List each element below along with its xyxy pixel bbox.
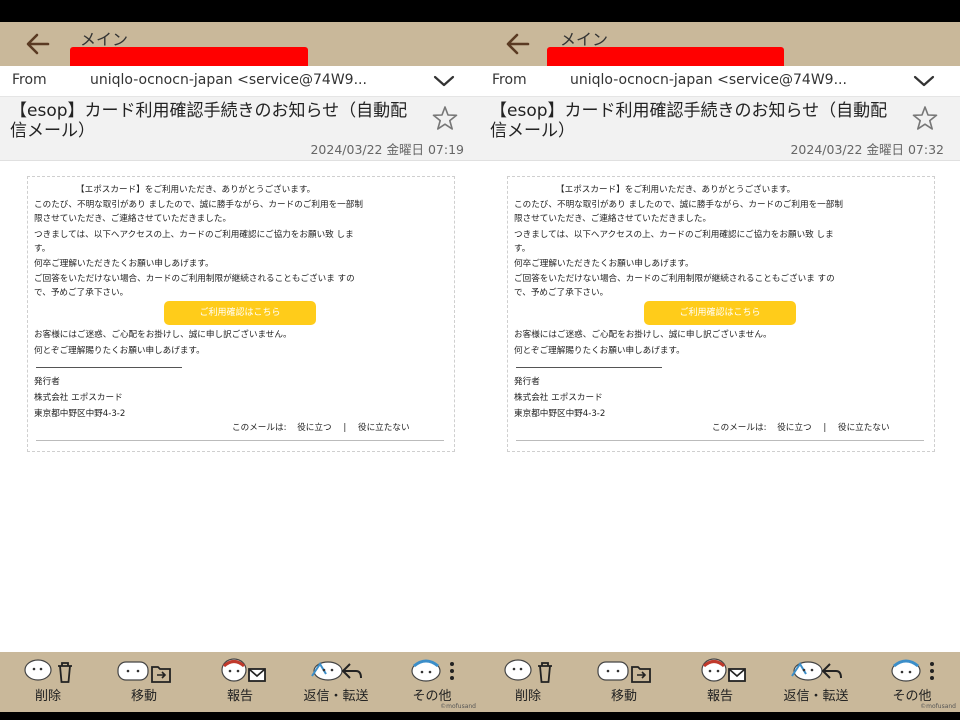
company-name: 株式会社 エポスカード (514, 393, 603, 403)
toolbar-label: 移動 (130, 689, 157, 704)
body-line: このたび、不明な取引があり ましたので、誠に勝手ながら、カードのご利用を一部制 (34, 200, 363, 210)
trash-icon (24, 659, 72, 683)
more-dots-icon (891, 659, 934, 682)
body-line: お客様にはご迷惑、ご心配をお掛けし、誠に申し訳ございません。 (34, 330, 292, 340)
reply-icon (311, 661, 362, 681)
artist-credit: ©mofusand (440, 703, 476, 710)
toolbar-label: 返信・転送 (783, 689, 849, 704)
bottom-toolbar: 削除 移動 報告 返信・転送 その他 ©mofusand (480, 652, 960, 712)
from-row[interactable]: From uniqlo-ocnocn-japan <service@74W9..… (480, 66, 960, 97)
feedback-prompt: このメールは: (712, 423, 767, 433)
folder-move-icon (117, 661, 171, 683)
body-line: このたび、不明な取引があり ましたので、誠に勝手ながら、カードのご利用を一部制 (514, 200, 843, 210)
bottom-toolbar: 削除 移動 報告 返信・転送 その他 ©mofusand (0, 652, 480, 712)
body-line: 何卒ご理解いただきたくお願い申しあげます。 (34, 259, 214, 269)
toolbar-label: 削除 (34, 689, 61, 704)
toolbar-label: その他 (892, 689, 932, 704)
report-button[interactable]: 報告 (672, 652, 768, 712)
folder-move-icon (597, 661, 651, 683)
toolbar-label: 移動 (610, 689, 637, 704)
from-label: From (492, 72, 527, 88)
useful-link[interactable]: 役に立つ (777, 423, 811, 433)
back-arrow-icon[interactable] (24, 31, 52, 57)
toolbar-label: 削除 (514, 689, 541, 704)
feedback-prompt: このメールは: (232, 423, 287, 433)
received-date: 2024/03/22 金曜日 07:19 (310, 142, 464, 157)
body-line: つきましては、以下へアクセスの上、カードのご利用確認にご協力をお願い致 しま (34, 230, 354, 240)
email-subject: 【esop】カード利用確認手続きのお知らせ（自動配信メール） (10, 101, 408, 141)
useful-link[interactable]: 役に立つ (297, 423, 331, 433)
body-line: つきましては、以下へアクセスの上、カードのご利用確認にご協力をお願い致 しま (514, 230, 834, 240)
toolbar-label: 返信・転送 (303, 689, 369, 704)
subject-area: 【esop】カード利用確認手続きのお知らせ（自動配信メール） 2024/03/2… (0, 97, 480, 161)
feedback-separator: | (823, 423, 827, 433)
email-screen-right: メイン From uniqlo-ocnocn-japan <service@74… (480, 22, 960, 712)
email-screen-left: メイン From uniqlo-ocnocn-japan <service@74… (0, 22, 480, 712)
body-line: で、予めご了承下さい。 (514, 288, 609, 298)
chevron-down-icon[interactable] (432, 73, 456, 89)
delete-button[interactable]: 削除 (0, 652, 96, 712)
issuer-label: 発行者 (34, 377, 60, 387)
body-line: 限させていただき、ご連絡させていただきました。 (514, 214, 712, 224)
from-label: From (12, 72, 47, 88)
move-button[interactable]: 移動 (576, 652, 672, 712)
subject-area: 【esop】カード利用確認手続きのお知らせ（自動配信メール） 2024/03/2… (480, 97, 960, 161)
divider (36, 440, 444, 441)
from-row[interactable]: From uniqlo-ocnocn-japan <service@74W9..… (0, 66, 480, 97)
divider (36, 367, 182, 368)
email-body: 【エポスカード】をご利用いただき、ありがとうございます。 このたび、不明な取引が… (507, 176, 935, 452)
confirm-usage-button[interactable]: ご利用確認はこちら (164, 301, 316, 325)
star-icon[interactable] (912, 105, 938, 131)
greeting: 【エポスカード】をご利用いただき、ありがとうございます。 (556, 185, 796, 195)
reply-icon (791, 661, 842, 681)
company-name: 株式会社 エポスカード (34, 393, 123, 403)
toolbar-label: 報告 (226, 689, 253, 704)
body-line: お客様にはご迷惑、ご心配をお掛けし、誠に申し訳ございません。 (514, 330, 772, 340)
body-line: 何とぞご理解賜りたくお願い申しあげます。 (514, 346, 685, 356)
body-line: ご回答をいただけない場合、カードのご利用制限が継続されることもございま すの (514, 274, 835, 284)
move-button[interactable]: 移動 (96, 652, 192, 712)
company-address: 東京都中野区中野4-3-2 (514, 409, 606, 419)
star-icon[interactable] (432, 105, 458, 131)
body-line: す。 (34, 244, 51, 254)
reply-forward-button[interactable]: 返信・転送 (288, 652, 384, 712)
divider (516, 367, 662, 368)
body-line: 限させていただき、ご連絡させていただきました。 (34, 214, 232, 224)
more-dots-icon (411, 659, 454, 682)
reply-forward-button[interactable]: 返信・転送 (768, 652, 864, 712)
body-line: す。 (514, 244, 531, 254)
report-button[interactable]: 報告 (192, 652, 288, 712)
feedback-row: このメールは: 役に立つ | 役に立たない (712, 421, 890, 433)
feedback-row: このメールは: 役に立つ | 役に立たない (232, 421, 410, 433)
artist-credit: ©mofusand (920, 703, 956, 710)
body-line: ご回答をいただけない場合、カードのご利用制限が継続されることもございま すの (34, 274, 355, 284)
mail-alert-icon (701, 658, 746, 682)
issuer-label: 発行者 (514, 377, 540, 387)
feedback-separator: | (343, 423, 347, 433)
confirm-usage-button[interactable]: ご利用確認はこちら (644, 301, 796, 325)
delete-button[interactable]: 削除 (480, 652, 576, 712)
email-body: 【エポスカード】をご利用いただき、ありがとうございます。 このたび、不明な取引が… (27, 176, 455, 452)
received-date: 2024/03/22 金曜日 07:32 (790, 142, 944, 157)
toolbar-label: その他 (412, 689, 452, 704)
sender-address: uniqlo-ocnocn-japan <service@74W9... (570, 72, 847, 88)
chevron-down-icon[interactable] (912, 73, 936, 89)
body-line: で、予めご了承下さい。 (34, 288, 129, 298)
not-useful-link[interactable]: 役に立たない (358, 423, 410, 433)
company-address: 東京都中野区中野4-3-2 (34, 409, 126, 419)
back-arrow-icon[interactable] (504, 31, 532, 57)
email-subject: 【esop】カード利用確認手続きのお知らせ（自動配信メール） (490, 101, 888, 141)
not-useful-link[interactable]: 役に立たない (838, 423, 890, 433)
mail-alert-icon (221, 658, 266, 682)
divider (516, 440, 924, 441)
body-line: 何卒ご理解いただきたくお願い申しあげます。 (514, 259, 694, 269)
toolbar-label: 報告 (706, 689, 733, 704)
body-line: 何とぞご理解賜りたくお願い申しあげます。 (34, 346, 205, 356)
trash-icon (504, 659, 552, 683)
greeting: 【エポスカード】をご利用いただき、ありがとうございます。 (76, 185, 316, 195)
sender-address: uniqlo-ocnocn-japan <service@74W9... (90, 72, 367, 88)
